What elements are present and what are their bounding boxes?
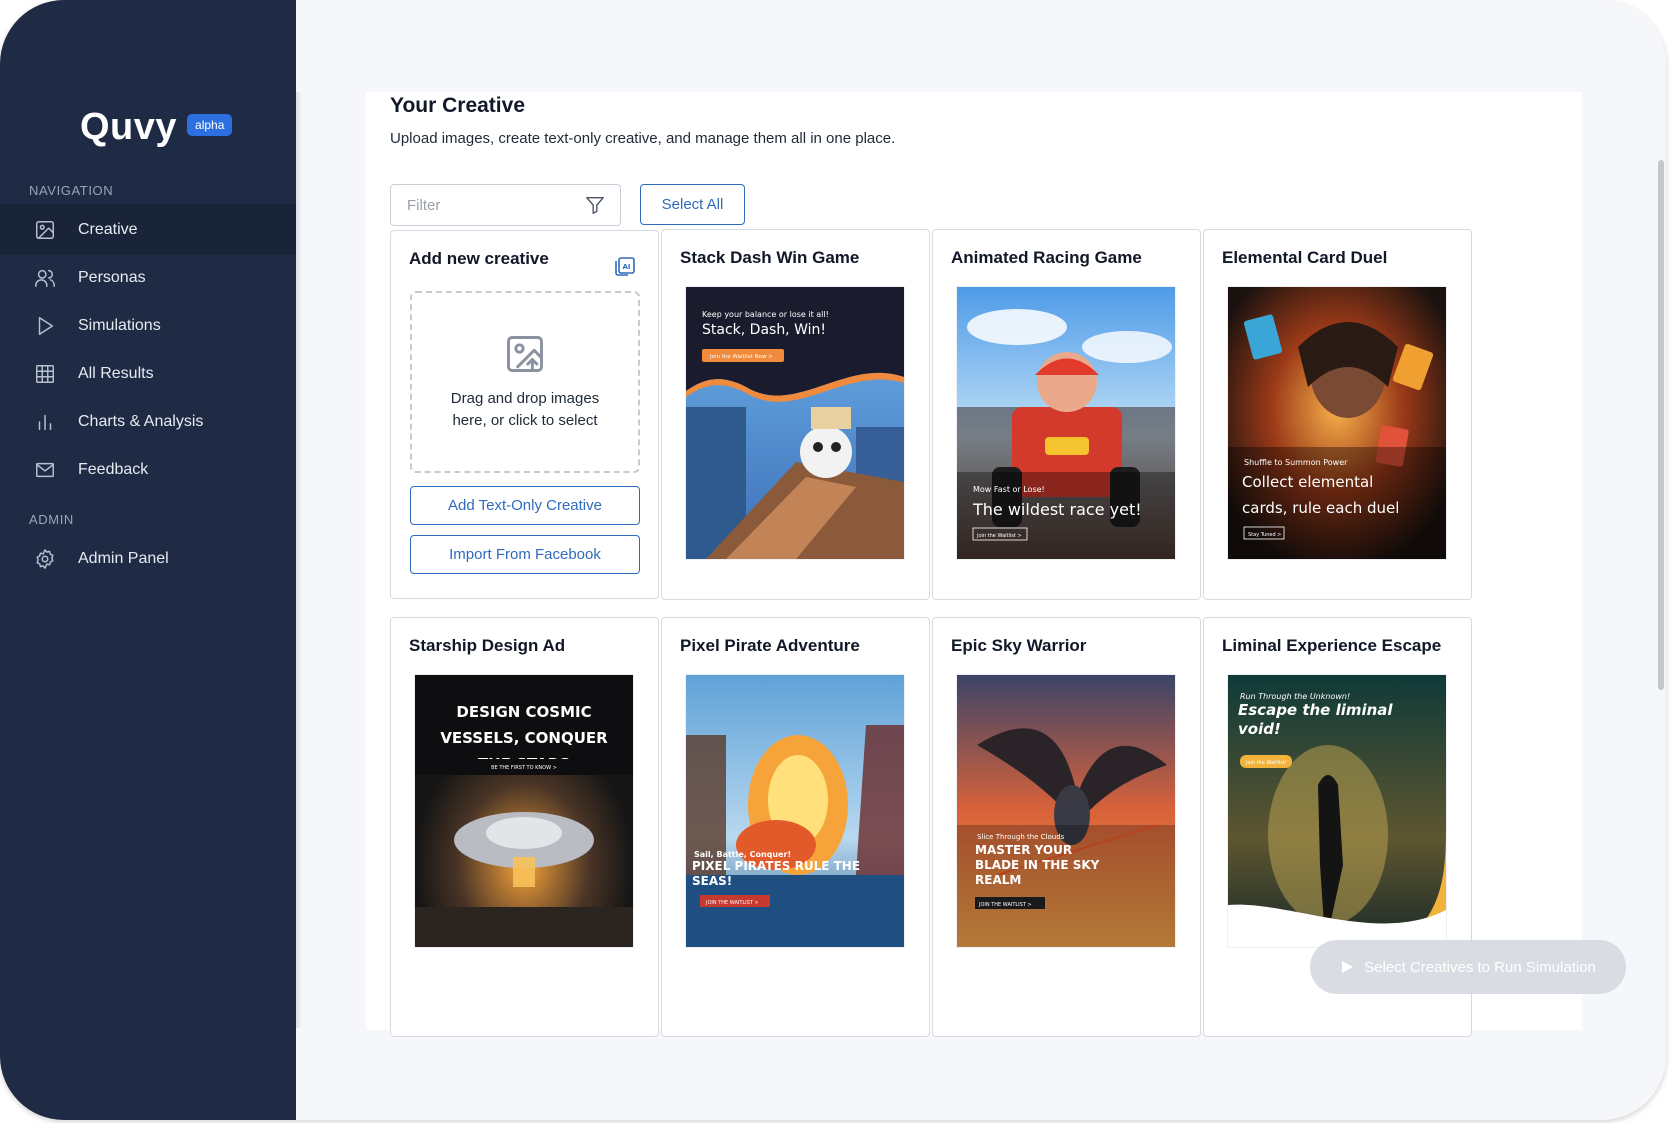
creative-panel: Your Creative Upload images, create text… <box>366 92 1582 1037</box>
creative-card[interactable]: Starship Design Ad DESIGN COSMIC VESSELS… <box>390 617 659 1037</box>
sidebar-item-all-results[interactable]: All Results <box>0 348 296 399</box>
sidebar: Quvy alpha NAVIGATION Creative Personas … <box>0 0 302 1120</box>
mail-icon <box>36 462 54 477</box>
ad-cta: BE THE FIRST TO KNOW > <box>491 765 557 771</box>
creative-card[interactable]: Animated Racing Game Mow Fast or Lose! T… <box>932 229 1201 600</box>
ad-small-text: Sail, Battle, Conquer! <box>694 850 791 859</box>
play-icon <box>38 316 54 335</box>
creative-thumbnail: Keep your balance or lose it all! Stack,… <box>686 287 904 559</box>
sidebar-item-admin-panel[interactable]: Admin Panel <box>0 533 296 584</box>
ad-cta: JOIN THE WAITLIST > <box>978 902 1032 908</box>
admin-heading: ADMIN <box>29 512 74 527</box>
filter-input[interactable] <box>407 196 557 214</box>
ad-headline: DESIGN COSMIC VESSELS, CONQUER THE STARS <box>440 703 608 759</box>
creative-title: Elemental Card Duel <box>1222 248 1388 267</box>
creative-thumbnail: Slice Through the Clouds MASTER YOUR BLA… <box>957 675 1175 947</box>
add-text-only-creative-button[interactable]: Add Text-Only Creative <box>410 486 640 525</box>
navigation-heading: NAVIGATION <box>29 183 114 198</box>
ad-cta: Join the Waitlist > <box>976 533 1022 539</box>
run-simulation-label: Select Creatives to Run Simulation <box>1364 958 1596 976</box>
filter-field[interactable] <box>390 184 621 226</box>
ad-small-text: Shuffle to Summon Power <box>1244 458 1348 467</box>
ad-small-text: Run Through the Unknown! <box>1240 692 1350 701</box>
creative-thumbnail: Run Through the Unknown! Escape the limi… <box>1228 675 1446 947</box>
sidebar-item-label: Charts & Analysis <box>78 412 204 430</box>
image-upload-icon <box>507 336 543 372</box>
ad-headline: The wildest race yet! <box>972 500 1142 519</box>
logo-text: Quvy <box>80 106 178 148</box>
creative-title: Pixel Pirate Adventure <box>680 636 860 655</box>
import-from-facebook-button[interactable]: Import From Facebook <box>410 535 640 574</box>
sidebar-item-simulations[interactable]: Simulations <box>0 300 296 351</box>
add-creative-title: Add new creative <box>409 249 549 268</box>
ad-cta: Stay Tuned > <box>1248 532 1281 538</box>
play-icon <box>1342 961 1354 973</box>
sidebar-item-personas[interactable]: Personas <box>0 252 296 303</box>
sidebar-item-label: All Results <box>78 364 154 382</box>
bar-chart-icon <box>38 414 52 430</box>
add-creative-card: Add new creative AI Drag and drop images… <box>390 230 659 599</box>
sidebar-item-label: Simulations <box>78 316 161 334</box>
ad-headline: MASTER YOUR BLADE IN THE SKY REALM <box>975 843 1100 887</box>
creative-card[interactable]: Epic Sky Warrior Slice Through the Cloud… <box>932 617 1201 1037</box>
app-window: Quvy alpha NAVIGATION Creative Personas … <box>0 0 1666 1120</box>
ad-cta: JOIN THE WAITLIST > <box>705 900 759 906</box>
image-dropzone[interactable]: Drag and drop images here, or click to s… <box>410 291 640 473</box>
page-title: Your Creative <box>390 94 525 117</box>
creative-title: Starship Design Ad <box>409 636 566 655</box>
alpha-badge: alpha <box>187 113 233 136</box>
sidebar-item-label: Admin Panel <box>78 549 169 567</box>
sidebar-item-label: Creative <box>78 220 138 238</box>
creative-card[interactable]: Pixel Pirate Adventure Sail, Battle, Con… <box>661 617 930 1037</box>
sidebar-item-creative[interactable]: Creative <box>0 204 296 255</box>
svg-text:AI: AI <box>622 263 630 271</box>
ad-cta: Join the Waitlist Now > <box>709 354 773 360</box>
logo[interactable]: Quvy alpha <box>80 106 233 149</box>
ad-small-text: Keep your balance or lose it all! <box>702 310 829 319</box>
ai-generate-icon[interactable]: AI <box>614 253 638 277</box>
users-icon <box>35 269 55 287</box>
ad-headline: Collect elemental cards, rule each duel <box>1242 473 1400 517</box>
sidebar-item-label: Feedback <box>78 460 149 478</box>
gear-icon <box>36 548 54 569</box>
creative-thumbnail: Sail, Battle, Conquer! PIXEL PIRATES RUL… <box>686 675 904 947</box>
ad-cta: Join the Waitlist! <box>1245 760 1287 766</box>
creative-title: Stack Dash Win Game <box>680 248 860 267</box>
creative-thumbnail: Mow Fast or Lose! The wildest race yet! … <box>957 287 1175 559</box>
creative-title: Animated Racing Game <box>951 248 1142 267</box>
sidebar-item-feedback[interactable]: Feedback <box>0 444 296 495</box>
run-simulation-button[interactable]: Select Creatives to Run Simulation <box>1310 940 1626 994</box>
sidebar-item-label: Personas <box>78 268 146 286</box>
creative-card[interactable]: Stack Dash Win Game Keep your balance or… <box>661 229 930 600</box>
image-icon <box>36 220 54 239</box>
select-all-button[interactable]: Select All <box>640 184 745 225</box>
dropzone-text: Drag and drop images here, or click to s… <box>450 390 600 429</box>
sidebar-item-charts-analysis[interactable]: Charts & Analysis <box>0 396 296 447</box>
ad-headline: PIXEL PIRATES RULE THE SEAS! <box>692 859 861 888</box>
ad-small-text: Mow Fast or Lose! <box>973 485 1045 494</box>
page-subtitle: Upload images, create text-only creative… <box>390 130 896 147</box>
ad-headline: Escape the liminal void! <box>1238 701 1393 738</box>
scrollbar[interactable] <box>1658 160 1664 690</box>
grid-icon <box>36 364 54 383</box>
filter-icon[interactable] <box>584 194 606 216</box>
ad-small-text: Slice Through the Clouds <box>977 833 1065 841</box>
creative-title: Liminal Experience Escape <box>1222 636 1442 655</box>
creative-card[interactable]: Elemental Card Duel Shuffle to Summon Po… <box>1203 229 1472 600</box>
creative-thumbnail: Shuffle to Summon Power Collect elementa… <box>1228 287 1446 559</box>
creative-title: Epic Sky Warrior <box>951 636 1087 655</box>
ad-headline: Stack, Dash, Win! <box>702 322 826 338</box>
main-content: Your Creative Upload images, create text… <box>296 0 1666 1120</box>
creative-thumbnail: DESIGN COSMIC VESSELS, CONQUER THE STARS… <box>415 675 633 947</box>
